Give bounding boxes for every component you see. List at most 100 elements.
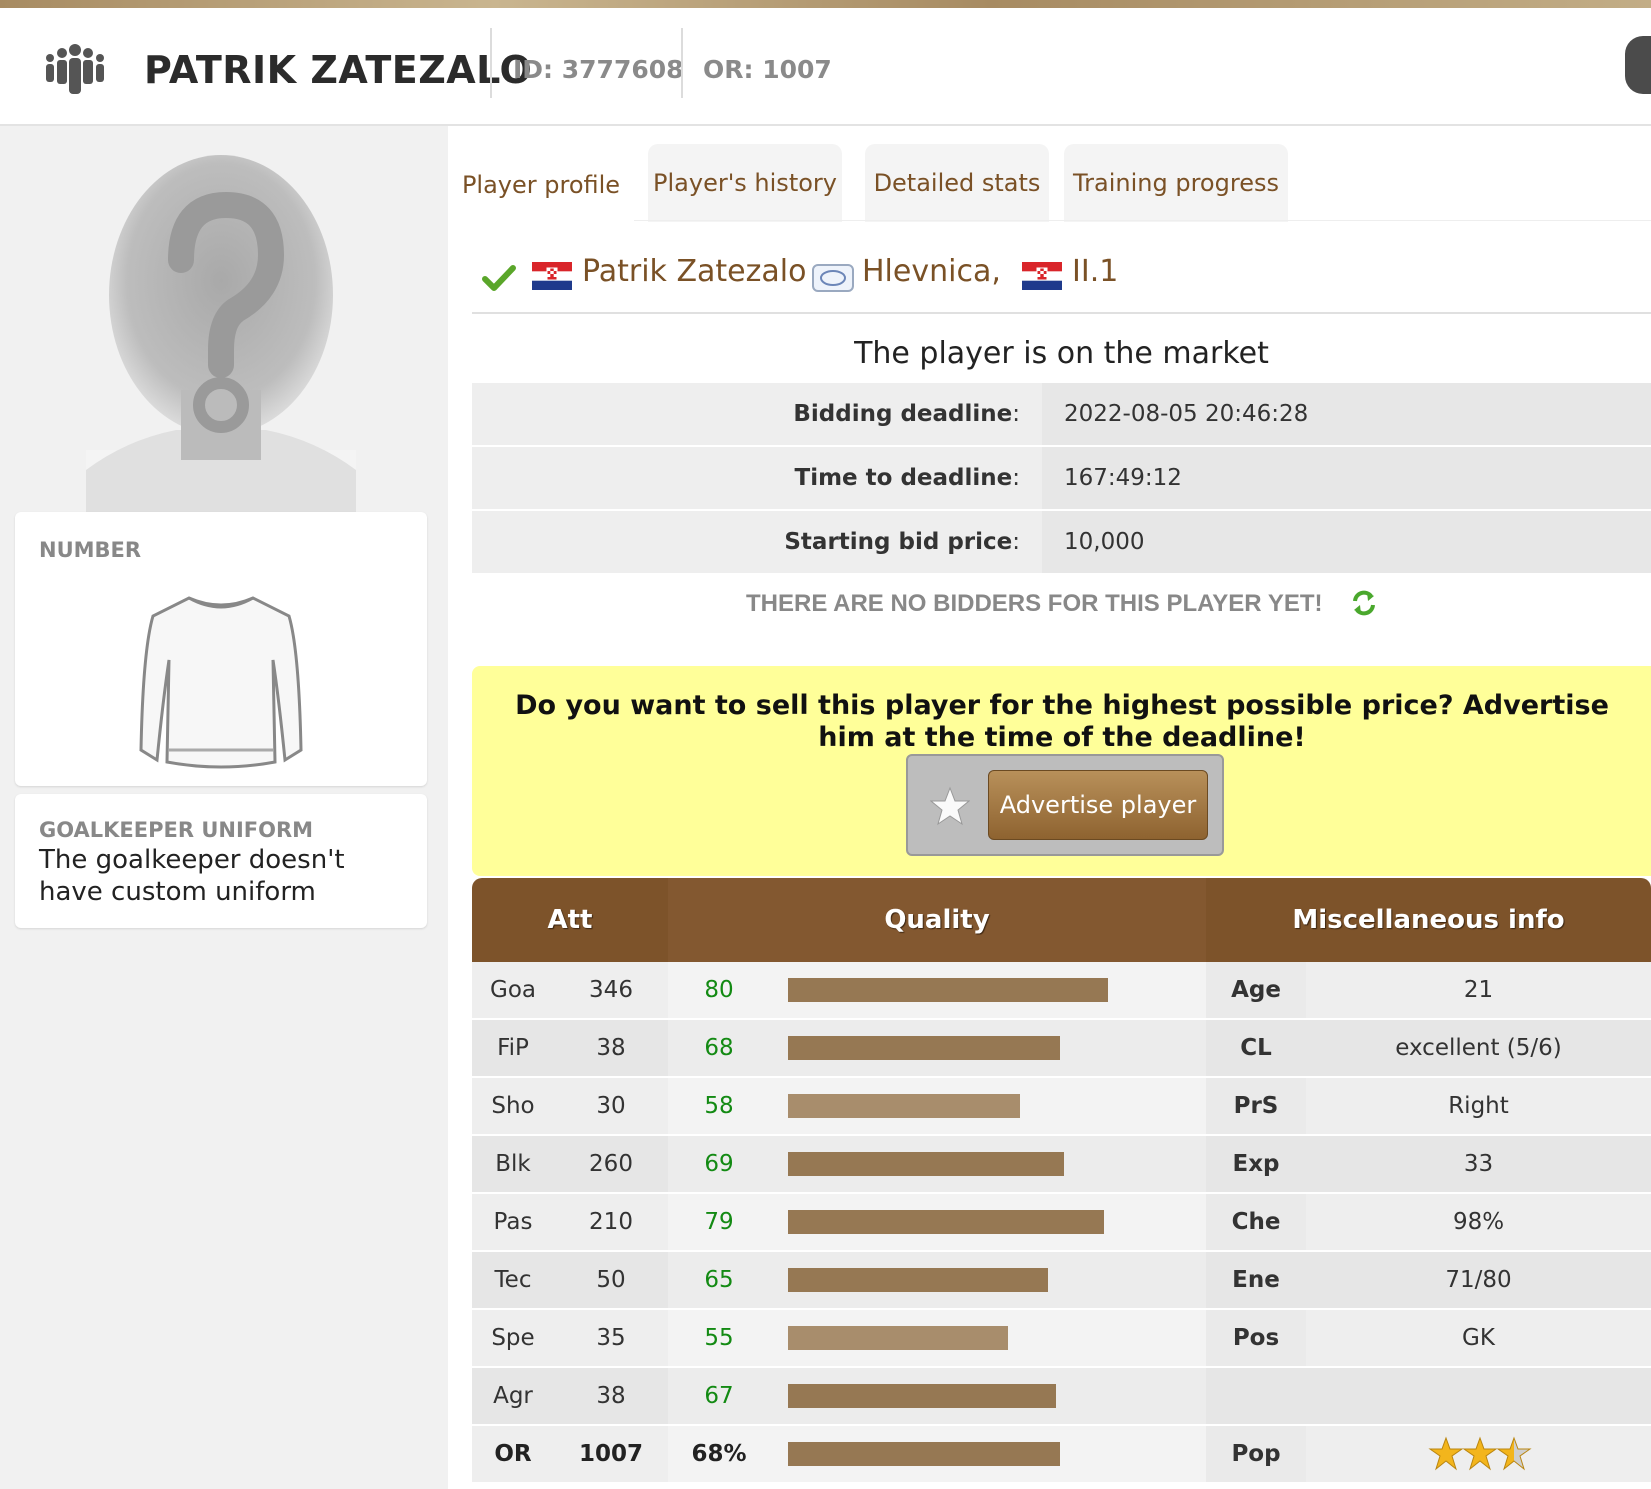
header-divider xyxy=(490,28,492,98)
promo-text: Do you want to sell this player for the … xyxy=(515,690,1609,753)
advertise-player-button[interactable]: Advertise player xyxy=(988,770,1208,840)
att-header: Att xyxy=(547,905,593,935)
goalkeeper-uniform-card: GOALKEEPER UNIFORM The goalkeeper doesn'… xyxy=(15,794,427,928)
quality-bar-cell xyxy=(770,1136,1206,1192)
stat-value: 38 xyxy=(596,1035,626,1061)
market-row-value: 2022-08-05 20:46:28 xyxy=(1042,383,1651,445)
header-menu-handle[interactable] xyxy=(1625,36,1651,94)
stat-quality: 67 xyxy=(668,1368,770,1424)
stat-quality: 79 xyxy=(668,1194,770,1250)
market-row-label: Bidding deadline: xyxy=(472,383,1042,445)
sidebar: NUMBER GOALKEEPER UNIFORM The goalkeeper… xyxy=(0,126,448,1489)
stat-value: 210 xyxy=(589,1209,633,1235)
stat-value: 50 xyxy=(596,1267,626,1293)
quality-bar-cell xyxy=(770,1310,1206,1366)
stat-row: Spe 35 55 Pos GK xyxy=(472,1310,1651,1366)
stats-header: Att Quality Miscellaneous info xyxy=(472,878,1651,962)
market-row: Starting bid price: 10,000 xyxy=(472,511,1651,573)
stat-att: OR xyxy=(494,1441,532,1467)
quality-bar-cell xyxy=(770,1078,1206,1134)
misc-value: GK xyxy=(1462,1325,1495,1351)
quality-bar xyxy=(788,1442,1060,1466)
misc-key: Pos xyxy=(1206,1310,1306,1366)
market-row-label-text: Time to deadline xyxy=(794,465,1013,491)
quality-bar-cell xyxy=(770,1368,1206,1424)
stat-att: Spe xyxy=(491,1325,535,1351)
market-row-label: Starting bid price: xyxy=(472,511,1042,573)
stat-att: Blk xyxy=(495,1151,531,1177)
stat-quality: 69 xyxy=(668,1136,770,1192)
popularity-stars xyxy=(1428,1436,1532,1471)
refresh-icon[interactable] xyxy=(1350,588,1378,618)
stat-value: 346 xyxy=(589,977,633,1003)
stat-att: Goa xyxy=(490,977,536,1003)
quality-bar xyxy=(788,1210,1104,1234)
divider xyxy=(472,312,1651,314)
stat-row: Sho 30 58 PrS Right xyxy=(472,1078,1651,1134)
misc-header: Miscellaneous info xyxy=(1292,905,1565,935)
stat-row: Goa 346 80 Age 21 xyxy=(472,962,1651,1018)
player-info-line: Patrik Zatezalo Hlevnica, II.1 xyxy=(472,252,1651,294)
misc-value: Right xyxy=(1448,1093,1509,1119)
misc-value xyxy=(1306,1368,1651,1424)
stat-value: 38 xyxy=(596,1383,626,1409)
tab-players-history[interactable]: Player's history xyxy=(648,144,842,222)
stat-att: Tec xyxy=(494,1267,532,1293)
quality-bar xyxy=(788,1268,1048,1292)
croatia-flag-icon xyxy=(1022,262,1062,290)
market-row-label-text: Bidding deadline xyxy=(793,401,1013,427)
market-row-label-text: Starting bid price xyxy=(784,529,1013,555)
stat-quality: 80 xyxy=(668,962,770,1018)
stat-row: Tec 50 65 Ene 71/80 xyxy=(472,1252,1651,1308)
stat-quality: 65 xyxy=(668,1252,770,1308)
player-name-link[interactable]: Patrik Zatezalo xyxy=(582,254,806,289)
stat-quality: 68% xyxy=(668,1426,770,1482)
market-row-value: 10,000 xyxy=(1042,511,1651,573)
stat-quality: 58 xyxy=(668,1078,770,1134)
quality-bar-cell xyxy=(770,1252,1206,1308)
advertise-box: Advertise player xyxy=(906,754,1224,856)
check-icon xyxy=(482,265,516,291)
tab-detailed-stats[interactable]: Detailed stats xyxy=(865,144,1049,222)
quality-bar-cell xyxy=(770,1020,1206,1076)
misc-value: excellent (5/6) xyxy=(1395,1035,1562,1061)
quality-bar xyxy=(788,1152,1064,1176)
misc-value: 98% xyxy=(1452,1209,1505,1235)
star-icon xyxy=(1496,1436,1532,1471)
stat-row: Agr 38 67 xyxy=(472,1368,1651,1424)
top-decoration xyxy=(0,0,1651,8)
misc-key xyxy=(1206,1368,1306,1424)
league-link[interactable]: II.1 xyxy=(1072,254,1118,289)
stat-row: Blk 260 69 Exp 33 xyxy=(472,1136,1651,1192)
stat-row: FiP 38 68 CL excellent (5/6) xyxy=(472,1020,1651,1076)
stat-att: Agr xyxy=(493,1383,533,1409)
misc-key: CL xyxy=(1206,1020,1306,1076)
tab-training-progress[interactable]: Training progress xyxy=(1064,144,1288,222)
stat-att: Pas xyxy=(493,1209,533,1235)
team-link[interactable]: Hlevnica, xyxy=(862,254,1001,289)
stat-value: 30 xyxy=(596,1093,626,1119)
misc-value: 21 xyxy=(1463,977,1494,1003)
stat-quality: 55 xyxy=(668,1310,770,1366)
header-divider xyxy=(681,28,683,98)
goalkeeper-uniform-text: The goalkeeper doesn't have custom unifo… xyxy=(39,845,345,907)
stat-att: Sho xyxy=(491,1093,535,1119)
stat-row: Pas 210 79 Che 98% xyxy=(472,1194,1651,1250)
quality-bar-cell xyxy=(770,1194,1206,1250)
stat-value: 35 xyxy=(596,1325,626,1351)
player-name-title: PATRIK ZATEZALO xyxy=(144,48,533,92)
quality-bar-cell xyxy=(770,1426,1206,1482)
market-row: Time to deadline: 167:49:12 xyxy=(472,447,1651,509)
market-row-value: 167:49:12 xyxy=(1042,447,1651,509)
misc-value: 71/80 xyxy=(1445,1267,1512,1293)
number-card: NUMBER xyxy=(15,512,427,786)
stat-value: 260 xyxy=(589,1151,633,1177)
quality-bar xyxy=(788,1036,1060,1060)
stat-quality: 68 xyxy=(668,1020,770,1076)
stat-row: OR 1007 68% Pop xyxy=(472,1426,1651,1482)
quality-bar-cell xyxy=(770,962,1206,1018)
star-icon xyxy=(1462,1436,1498,1471)
unknown-player-avatar xyxy=(86,155,356,530)
tab-player-profile[interactable]: Player profile xyxy=(448,144,634,226)
advertise-promo: Do you want to sell this player for the … xyxy=(472,666,1651,876)
